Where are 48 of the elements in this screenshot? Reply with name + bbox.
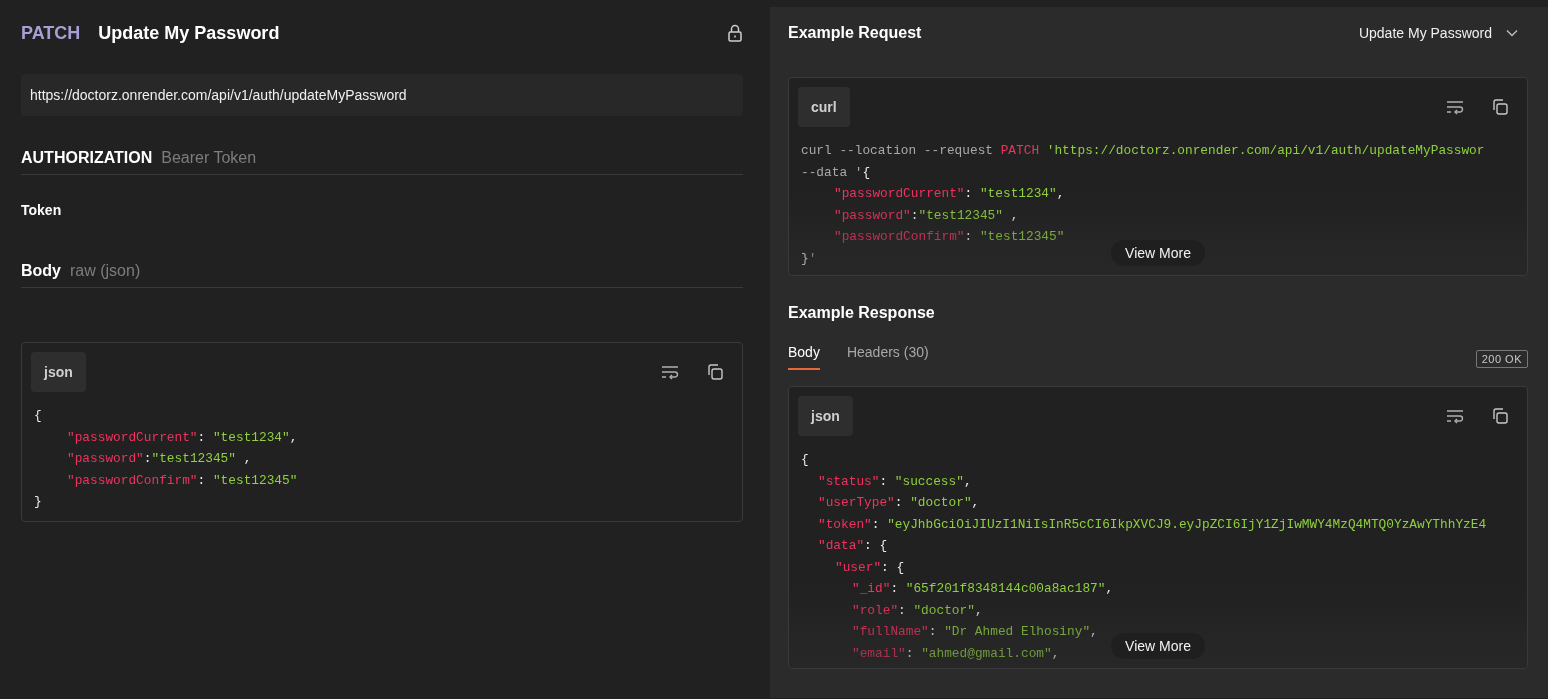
copy-icon[interactable] (1491, 98, 1509, 116)
language-label: json (31, 352, 86, 392)
code-line: "email": "ahmed@gmail.com", (851, 644, 1060, 663)
wrap-lines-icon[interactable] (1445, 408, 1465, 424)
method-label: PATCH (21, 22, 81, 44)
url-field[interactable]: https://doctorz.onrender.com/api/v1/auth/updateMyPassword (21, 74, 743, 116)
code-line: "userType": "doctor", (817, 494, 980, 512)
code-line: "fullName": "Dr Ahmed Elhosiny", (851, 623, 1098, 641)
code-line: { (34, 407, 42, 425)
panel-heading: Example Response (788, 304, 936, 322)
request-title: Update My Password (98, 22, 280, 44)
view-more-button[interactable]: View More (1111, 240, 1205, 266)
code-line: "data": { (817, 537, 888, 555)
chevron-down-icon (1506, 29, 1518, 37)
code-line: curl --location --request PATCH 'https://doctorz.onrender.com/api/v1/auth/updateMyPasswor (801, 142, 1485, 160)
language-label: curl (798, 87, 850, 127)
code-line: } (34, 493, 42, 511)
field-label: Token (21, 202, 63, 218)
language-label: json (798, 396, 853, 436)
code-line: "passwordConfirm": "test12345" (833, 228, 1065, 246)
lock-icon (727, 24, 743, 42)
code-line: "passwordCurrent": "test1234", (66, 428, 298, 447)
code-line: "password":"test12345" , (833, 206, 1019, 225)
body-type: raw (json) (70, 262, 141, 280)
section-heading: AUTHORIZATION (21, 149, 153, 167)
code-line: "passwordConfirm": "test12345" (66, 471, 298, 490)
code-line: }' (801, 249, 817, 268)
code-line: "status": "success", (817, 472, 972, 491)
view-more-button[interactable]: View More (1111, 633, 1205, 659)
response-tab[interactable]: Body (788, 344, 820, 370)
code-line: "role": "doctor", (851, 601, 983, 620)
code-line: { (801, 451, 809, 469)
section-heading: Body (21, 262, 61, 280)
code-line: "passwordCurrent": "test1234", (833, 185, 1065, 203)
auth-type: Bearer Token (161, 149, 257, 167)
code-line: --data '{ (801, 163, 871, 182)
code-line: "user": { (834, 558, 905, 577)
code-line: "token": "eyJhbGciOiJIUzI1NiIsInR5cCI6IkpXVCJ9.eyJpZCI6IjY1ZjIwMWY4MzQ4MTQ0YzAwYThhYzE4 (817, 515, 1487, 534)
status-badge: 200 OK (1475, 350, 1528, 368)
example-selector[interactable]: Update My Password (1358, 25, 1528, 41)
copy-icon[interactable] (706, 363, 724, 381)
wrap-lines-icon[interactable] (1445, 99, 1465, 115)
response-tab[interactable]: Headers (30) (846, 344, 929, 370)
panel-heading: Example Request (788, 24, 922, 42)
code-line: "password":"test12345" , (66, 450, 252, 468)
wrap-lines-icon[interactable] (660, 364, 680, 380)
code-line: "_id": "65f201f8348144c00a8ac187", (851, 580, 1114, 598)
copy-icon[interactable] (1491, 407, 1509, 425)
